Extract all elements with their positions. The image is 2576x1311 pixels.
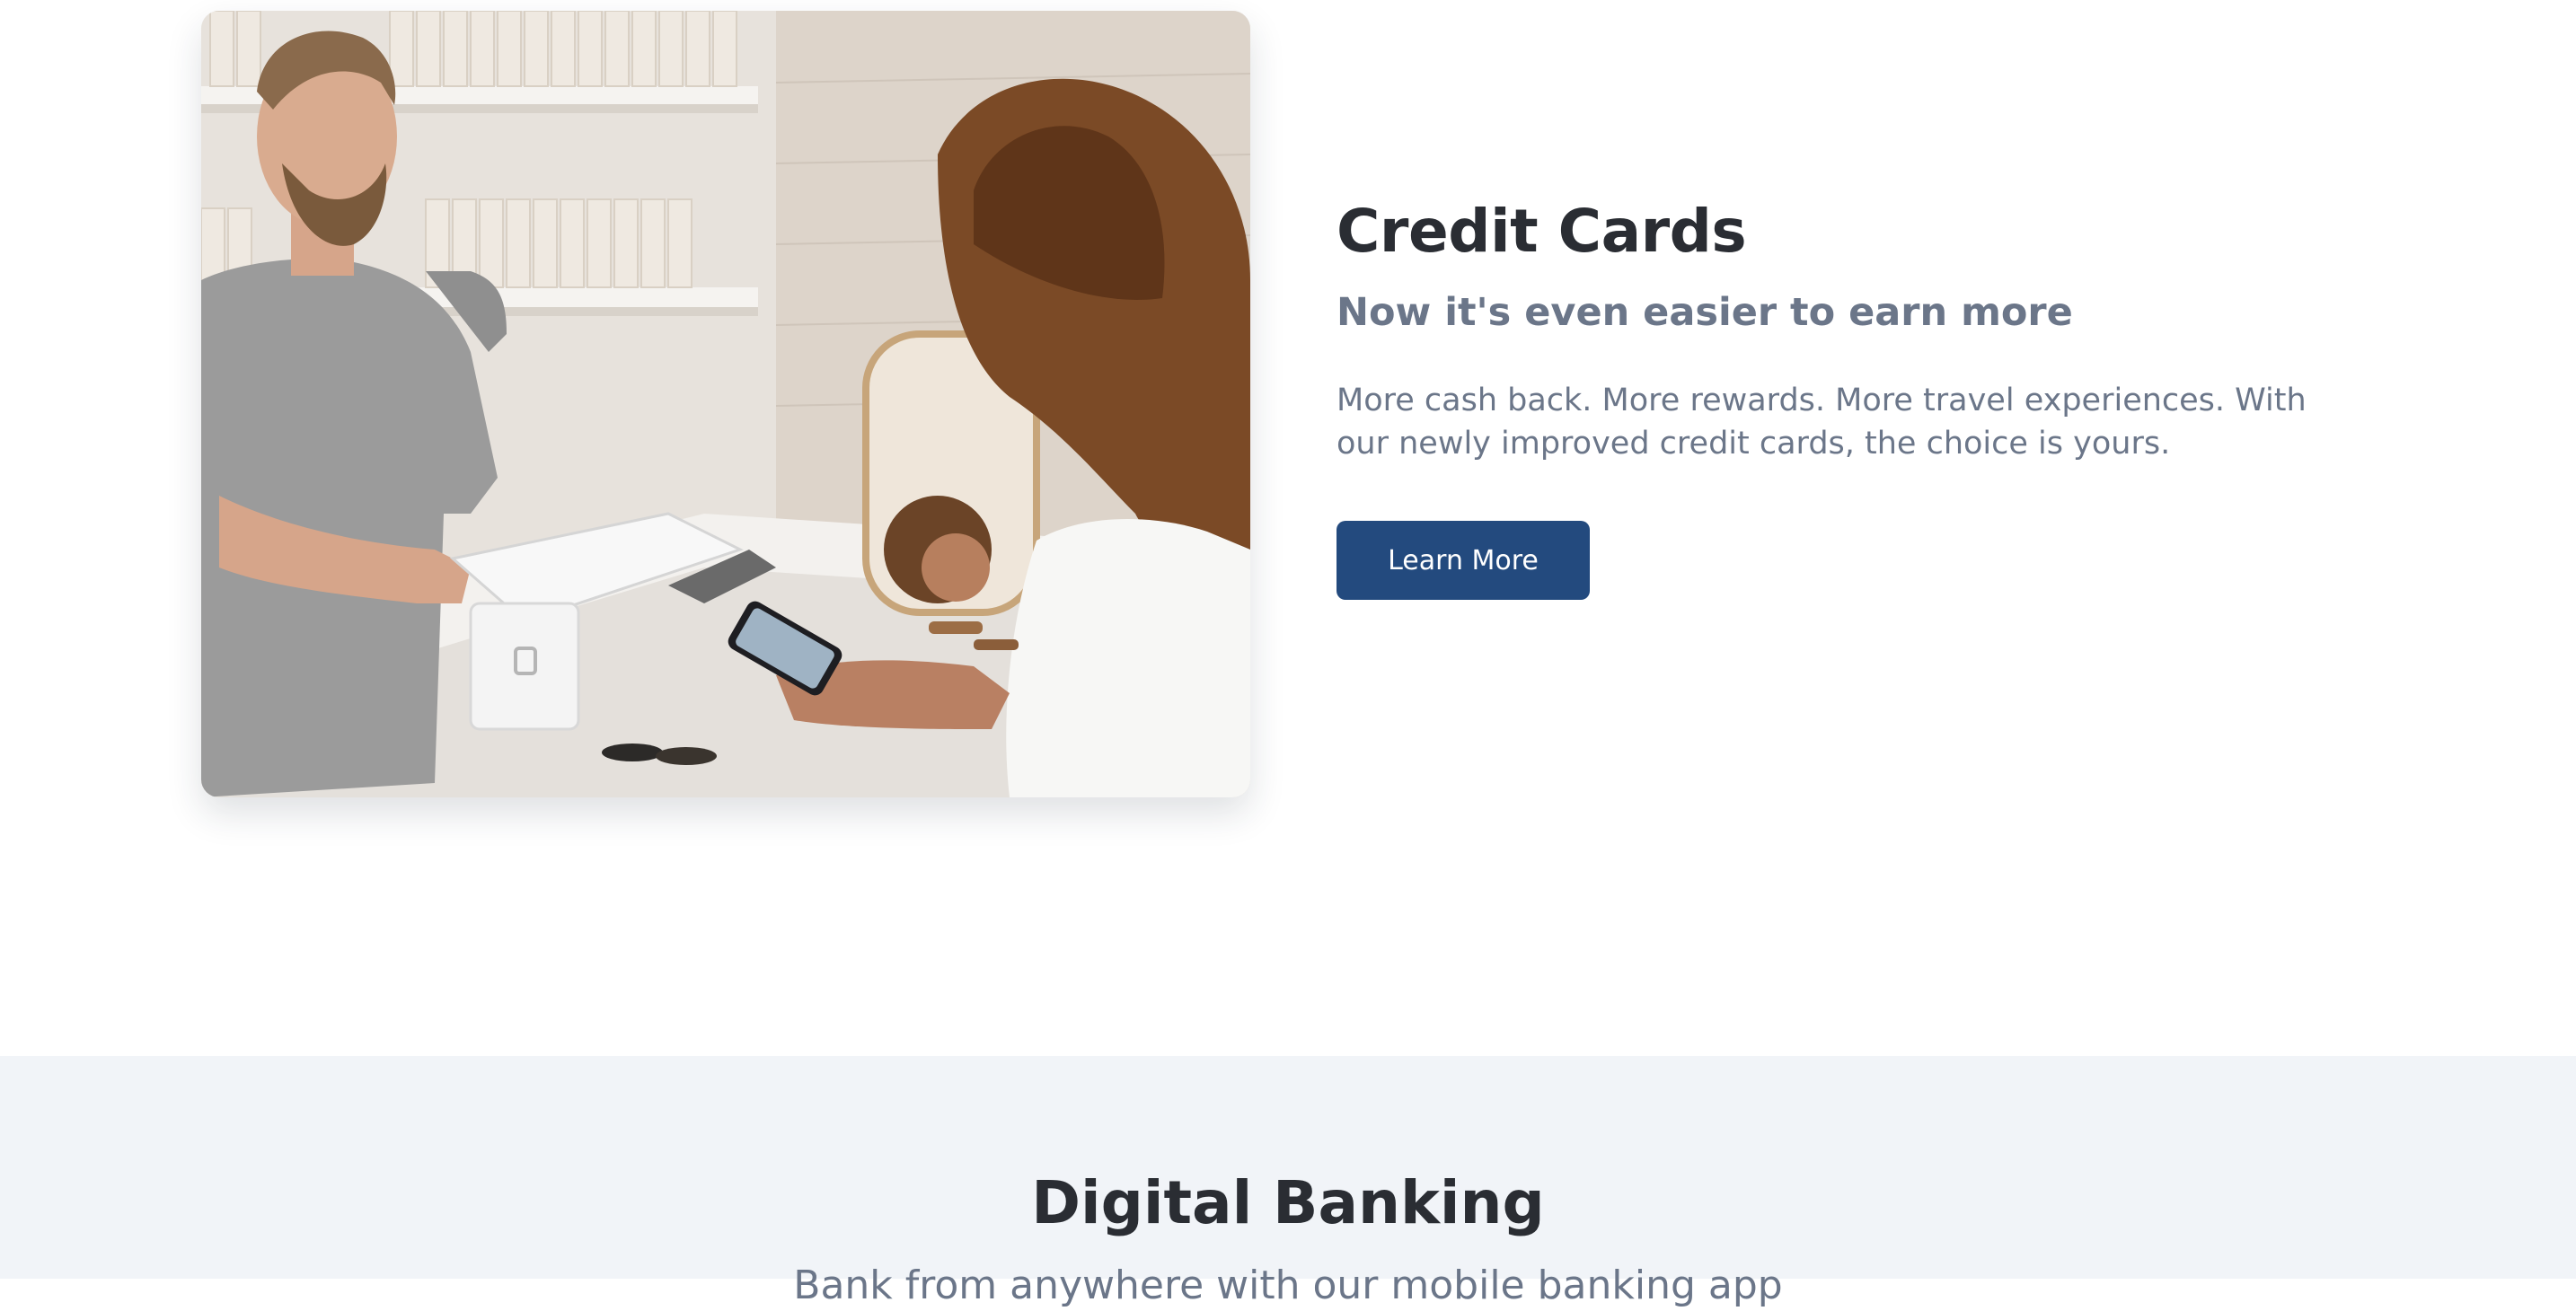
credit-cards-section: Credit Cards Now it's even easier to ear… xyxy=(0,0,2576,1056)
digital-banking-subtitle: Bank from anywhere with our mobile banki… xyxy=(793,1263,1783,1308)
credit-cards-description: More cash back. More rewards. More trave… xyxy=(1337,383,2307,462)
credit-cards-title: Credit Cards xyxy=(1337,197,1747,266)
credit-cards-subtitle: Now it's even easier to earn more xyxy=(1337,290,2073,335)
learn-more-button[interactable]: Learn More xyxy=(1337,521,1590,600)
digital-banking-section: Digital Banking Bank from anywhere with … xyxy=(0,1056,2576,1308)
credit-cards-copy: Credit Cards Now it's even easier to ear… xyxy=(1337,189,2396,600)
digital-banking-title: Digital Banking xyxy=(1031,1168,1545,1237)
credit-cards-photo xyxy=(201,11,1250,797)
